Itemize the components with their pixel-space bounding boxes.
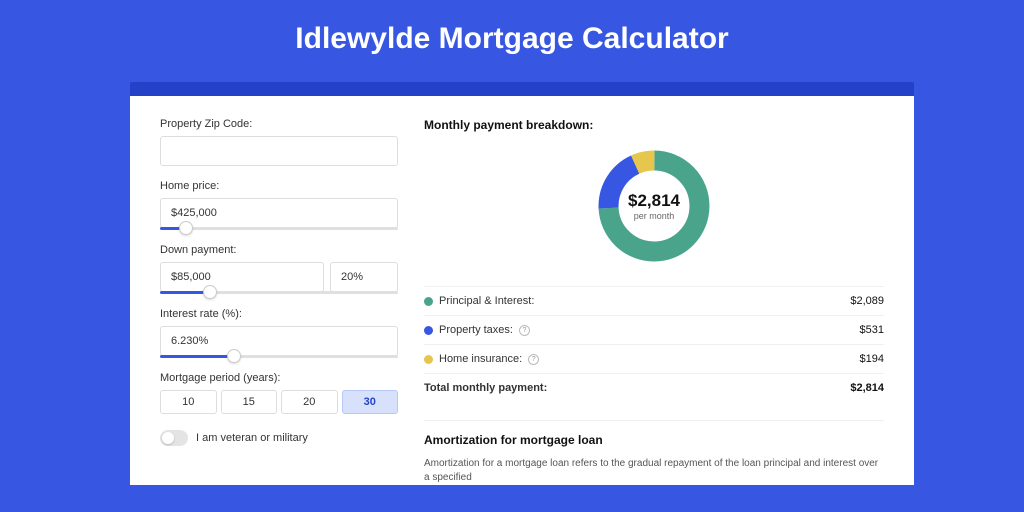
- period-10-button[interactable]: 10: [160, 390, 217, 414]
- interest-label: Interest rate (%):: [160, 308, 398, 320]
- amortization-text: Amortization for a mortgage loan refers …: [424, 457, 884, 485]
- slider-fill: [160, 291, 208, 294]
- veteran-toggle[interactable]: [160, 430, 188, 446]
- breakdown-title: Monthly payment breakdown:: [424, 118, 884, 132]
- breakdown-column: Monthly payment breakdown: $2,814 per mo…: [424, 118, 884, 485]
- down-payment-slider[interactable]: [160, 291, 398, 294]
- dot-icon: [424, 297, 433, 306]
- slider-fill: [160, 355, 231, 358]
- interest-slider[interactable]: [160, 355, 398, 358]
- zip-label: Property Zip Code:: [160, 118, 398, 130]
- breakdown-total-value: $2,814: [850, 382, 884, 394]
- breakdown-row-label: Property taxes:: [439, 324, 513, 336]
- info-icon[interactable]: ?: [519, 325, 530, 336]
- card-shadow: Property Zip Code: Home price: Down paym…: [130, 82, 914, 485]
- breakdown-row-total: Total monthly payment: $2,814: [424, 373, 884, 402]
- donut-center: $2,814 per month: [594, 146, 714, 266]
- breakdown-row-insurance: Home insurance: ? $194: [424, 344, 884, 373]
- period-buttons: 10 15 20 30: [160, 390, 398, 414]
- slider-thumb[interactable]: [227, 349, 241, 363]
- calculator-card: Property Zip Code: Home price: Down paym…: [130, 96, 914, 485]
- info-icon[interactable]: ?: [528, 354, 539, 365]
- interest-field: Interest rate (%):: [160, 308, 398, 358]
- form-column: Property Zip Code: Home price: Down paym…: [160, 118, 398, 485]
- period-30-button[interactable]: 30: [342, 390, 399, 414]
- veteran-label: I am veteran or military: [196, 432, 308, 444]
- down-payment-pct-input[interactable]: [330, 262, 398, 292]
- slider-thumb[interactable]: [203, 285, 217, 299]
- donut-chart-area: $2,814 per month: [424, 146, 884, 266]
- breakdown-total-label: Total monthly payment:: [424, 382, 547, 394]
- veteran-row: I am veteran or military: [160, 430, 398, 446]
- breakdown-row-principal: Principal & Interest: $2,089: [424, 286, 884, 315]
- page-title: Idlewylde Mortgage Calculator: [0, 0, 1024, 82]
- slider-thumb[interactable]: [179, 221, 193, 235]
- donut-chart: $2,814 per month: [594, 146, 714, 266]
- breakdown-row-taxes: Property taxes: ? $531: [424, 315, 884, 344]
- period-15-button[interactable]: 15: [221, 390, 278, 414]
- breakdown-row-label: Home insurance:: [439, 353, 522, 365]
- breakdown-row-value: $2,089: [850, 295, 884, 307]
- donut-amount: $2,814: [628, 191, 680, 211]
- zip-field: Property Zip Code:: [160, 118, 398, 166]
- amortization-title: Amortization for mortgage loan: [424, 420, 884, 447]
- period-20-button[interactable]: 20: [281, 390, 338, 414]
- period-label: Mortgage period (years):: [160, 372, 398, 384]
- toggle-knob: [162, 432, 174, 444]
- interest-input[interactable]: [160, 326, 398, 356]
- home-price-field: Home price:: [160, 180, 398, 230]
- breakdown-row-value: $194: [860, 353, 884, 365]
- home-price-slider[interactable]: [160, 227, 398, 230]
- down-payment-label: Down payment:: [160, 244, 398, 256]
- donut-sub: per month: [634, 211, 675, 221]
- breakdown-row-label: Principal & Interest:: [439, 295, 534, 307]
- dot-icon: [424, 326, 433, 335]
- home-price-input[interactable]: [160, 198, 398, 228]
- down-payment-field: Down payment:: [160, 244, 398, 294]
- home-price-label: Home price:: [160, 180, 398, 192]
- zip-input[interactable]: [160, 136, 398, 166]
- period-field: Mortgage period (years): 10 15 20 30: [160, 372, 398, 414]
- breakdown-row-value: $531: [860, 324, 884, 336]
- dot-icon: [424, 355, 433, 364]
- down-payment-input[interactable]: [160, 262, 324, 292]
